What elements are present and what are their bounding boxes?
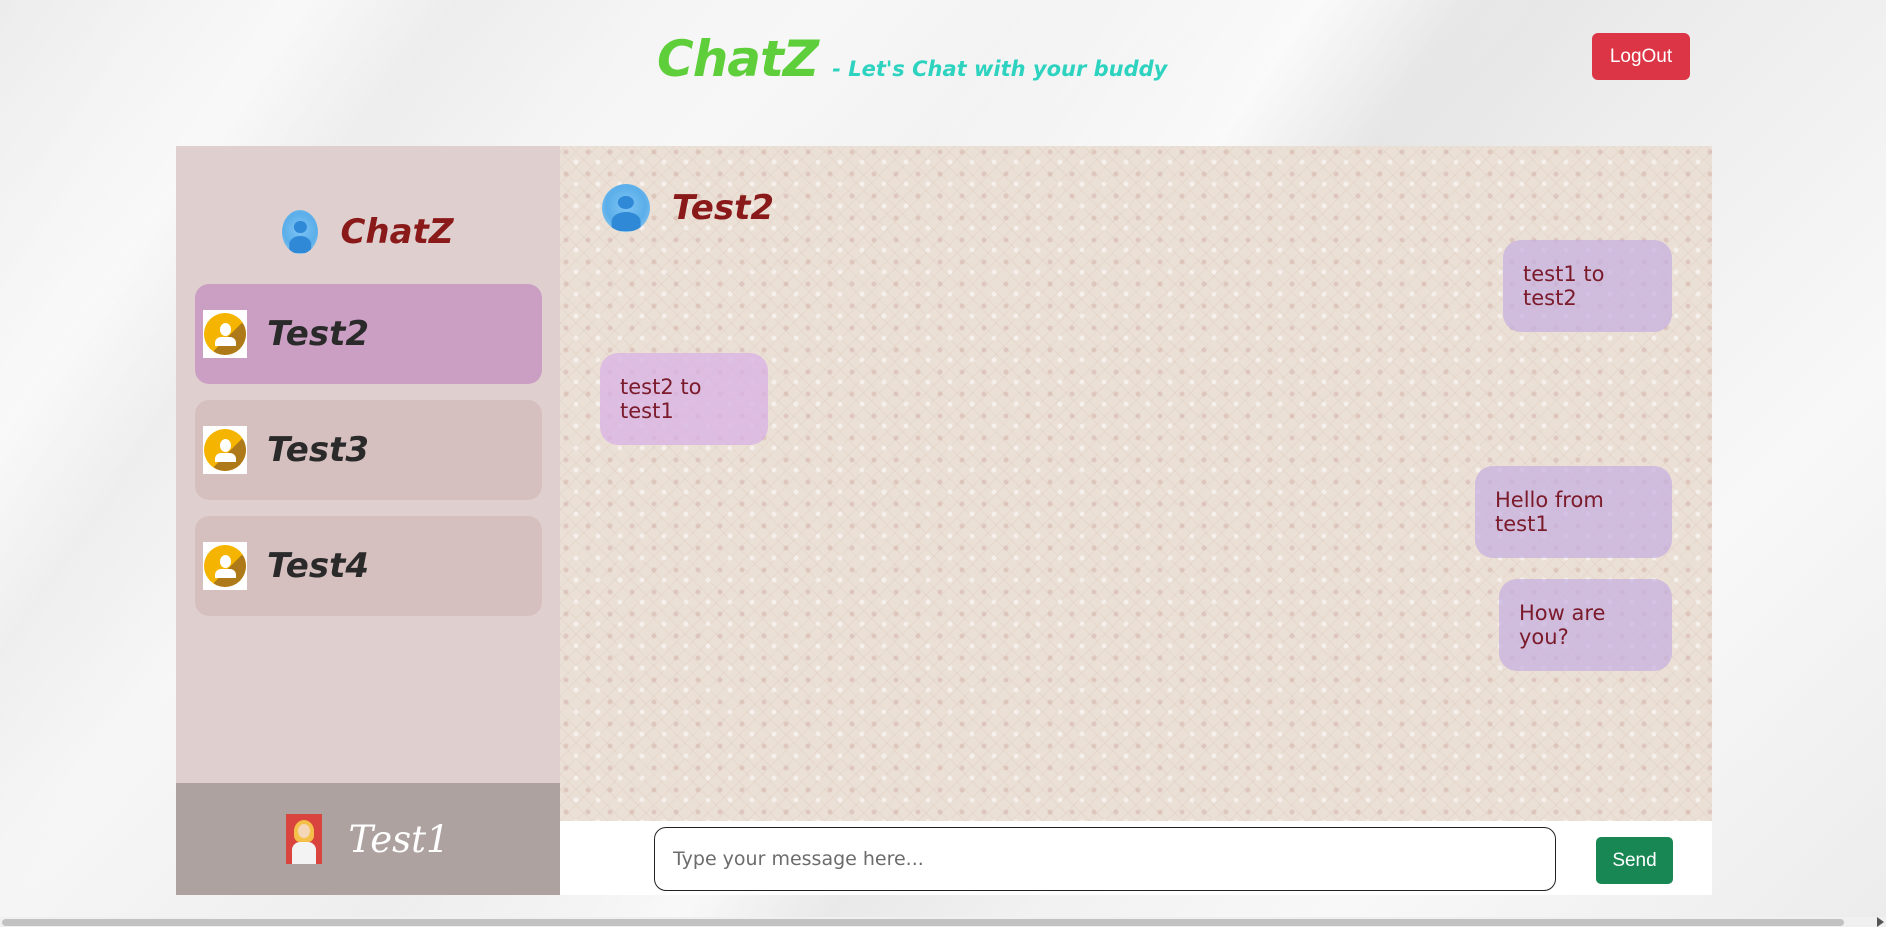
chat-panel: Test2 test1 to test2 test2 to test1 Hell… (560, 146, 1712, 895)
contact-name: Test2 (267, 314, 370, 354)
contact-item-test4[interactable]: Test4 (195, 516, 542, 616)
contact-avatar-icon (602, 184, 650, 232)
contact-name: Test3 (267, 430, 370, 470)
current-user-name: Test1 (348, 817, 450, 861)
message-area: Test2 test1 to test2 test2 to test1 Hell… (560, 146, 1712, 821)
chat-app: ChatZ Test2 Test3 Test4 Test1 Test2 test… (176, 146, 1712, 895)
chat-contact-name: Test2 (672, 188, 775, 228)
contact-avatar-icon (203, 426, 247, 474)
contact-item-test3[interactable]: Test3 (195, 400, 542, 500)
scroll-right-icon[interactable] (1877, 917, 1884, 927)
sidebar-header: ChatZ (176, 204, 560, 260)
user-profile-icon (286, 814, 323, 864)
brand: ChatZ - Let's Chat with your buddy (657, 30, 1167, 88)
contact-item-test2[interactable]: Test2 (195, 284, 542, 384)
logout-button[interactable]: LogOut (1592, 33, 1690, 80)
scrollbar-thumb[interactable] (2, 919, 1844, 926)
contact-list: Test2 Test3 Test4 (195, 284, 542, 632)
message-bubble-incoming: test2 to test1 (600, 353, 768, 445)
message-bubble-outgoing: test1 to test2 (1503, 240, 1672, 332)
app-header: ChatZ - Let's Chat with your buddy LogOu… (0, 0, 1886, 146)
horizontal-scrollbar[interactable] (0, 917, 1886, 927)
message-input[interactable] (654, 827, 1556, 891)
message-bubble-outgoing: How are you? (1499, 579, 1672, 671)
sidebar: ChatZ Test2 Test3 Test4 Test1 (176, 146, 560, 895)
message-bubble-outgoing: Hello from test1 (1475, 466, 1672, 558)
current-user-panel: Test1 (176, 783, 560, 895)
brand-tagline: - Let's Chat with your buddy (832, 57, 1168, 81)
message-composer: Send (560, 821, 1712, 895)
user-avatar-icon (282, 210, 319, 254)
brand-title: ChatZ (657, 30, 819, 88)
contact-avatar-icon (203, 310, 247, 358)
chat-header: Test2 (602, 184, 774, 232)
send-button[interactable]: Send (1596, 837, 1673, 884)
sidebar-title: ChatZ (340, 212, 454, 252)
contact-avatar-icon (203, 542, 247, 590)
contact-name: Test4 (267, 546, 370, 586)
